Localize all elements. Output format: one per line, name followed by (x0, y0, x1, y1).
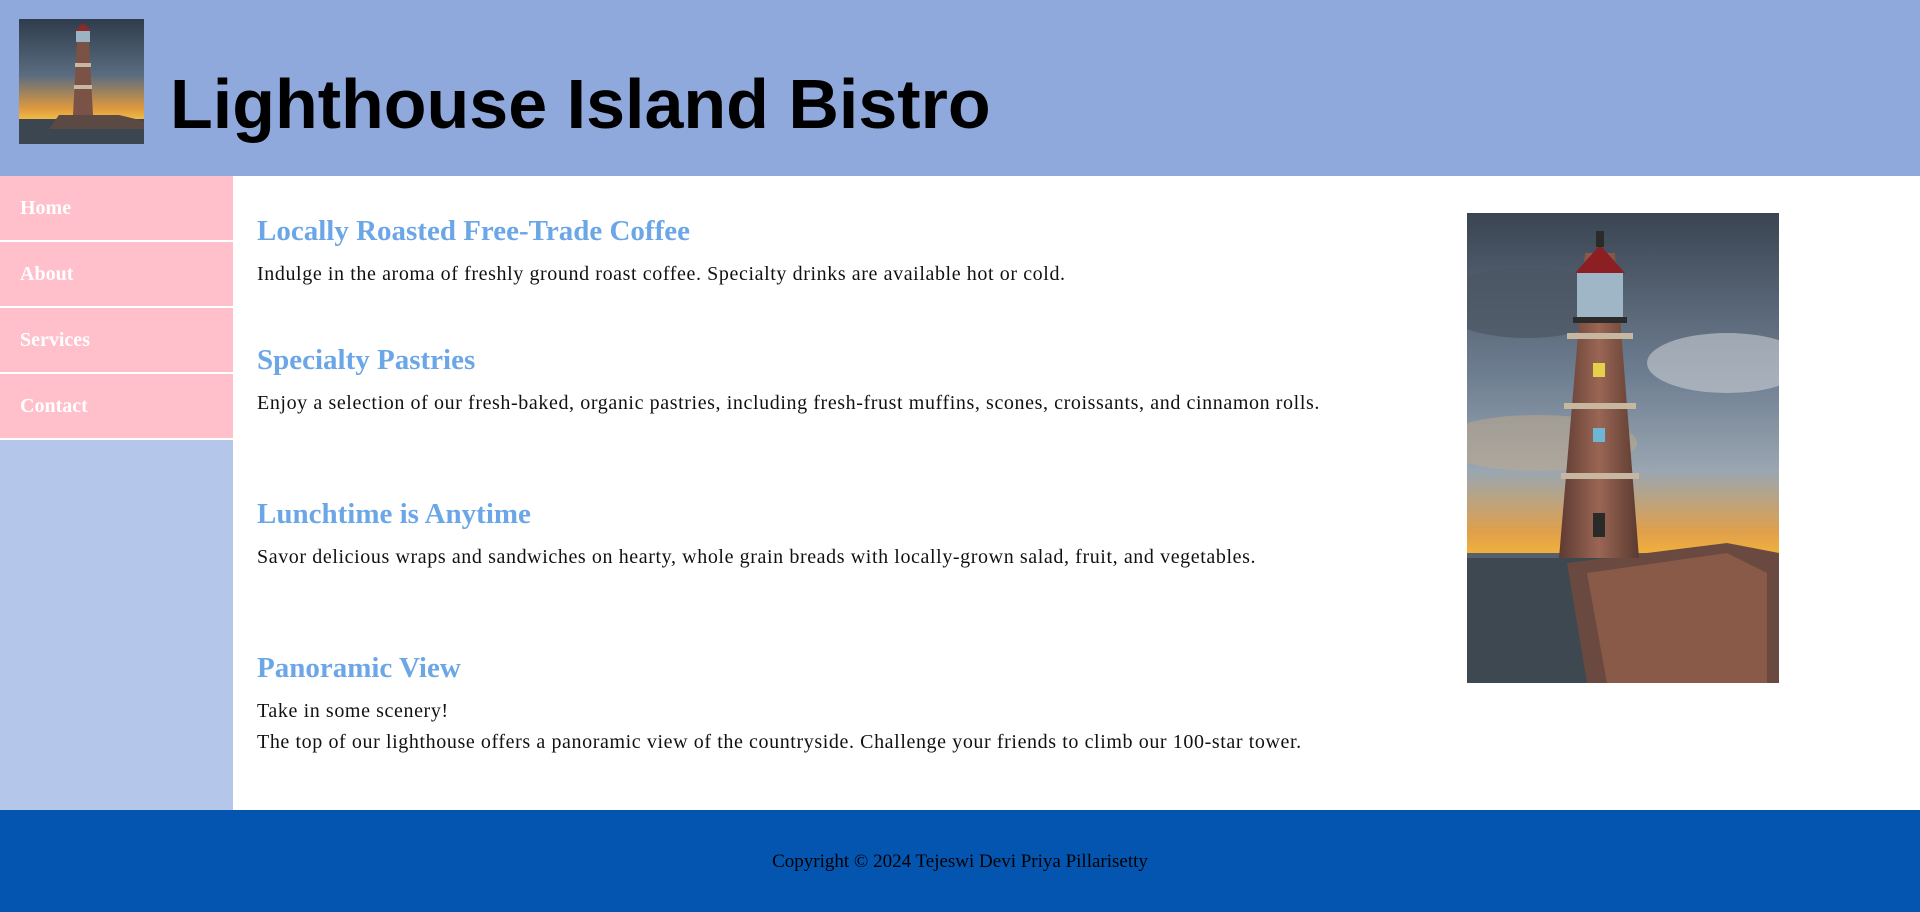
section-coffee: Locally Roasted Free-Trade Coffee Indulg… (257, 208, 1337, 287)
section-text: The top of our lighthouse offers a panor… (257, 731, 1302, 753)
copyright-text: Copyright © 2024 Tejeswi Devi Priya Pill… (772, 851, 1148, 872)
section-heading: Panoramic View (257, 652, 461, 684)
nav-item-home[interactable]: Home (0, 176, 233, 242)
section-text: Indulge in the aroma of freshly ground r… (257, 263, 1066, 285)
lighthouse-logo-icon (19, 19, 144, 144)
site-footer: Copyright © 2024 Tejeswi Devi Priya Pill… (0, 810, 1920, 912)
lighthouse-photo-icon (1467, 213, 1779, 683)
section-lunch: Lunchtime is Anytime Savor delicious wra… (257, 491, 1337, 570)
section-pastries: Specialty Pastries Enjoy a selection of … (257, 337, 1337, 416)
section-text: Enjoy a selection of our fresh-baked, or… (257, 392, 1320, 414)
nav-item-about[interactable]: About (0, 242, 233, 308)
section-heading: Locally Roasted Free-Trade Coffee (257, 215, 690, 247)
section-text: Savor delicious wraps and sandwiches on … (257, 546, 1257, 568)
section-heading: Lunchtime is Anytime (257, 498, 531, 530)
site-header: Lighthouse Island Bistro (0, 0, 1920, 176)
site-title: Lighthouse Island Bistro (170, 65, 991, 143)
section-view: Panoramic View Take in some scenery! The… (257, 645, 1337, 755)
section-text: Take in some scenery! (257, 700, 449, 722)
sidebar: Home About Services Contact (0, 176, 233, 810)
nav-list: Home About Services Contact (0, 176, 233, 440)
nav-item-services[interactable]: Services (0, 308, 233, 374)
section-heading: Specialty Pastries (257, 344, 476, 376)
nav-item-contact[interactable]: Contact (0, 374, 233, 440)
